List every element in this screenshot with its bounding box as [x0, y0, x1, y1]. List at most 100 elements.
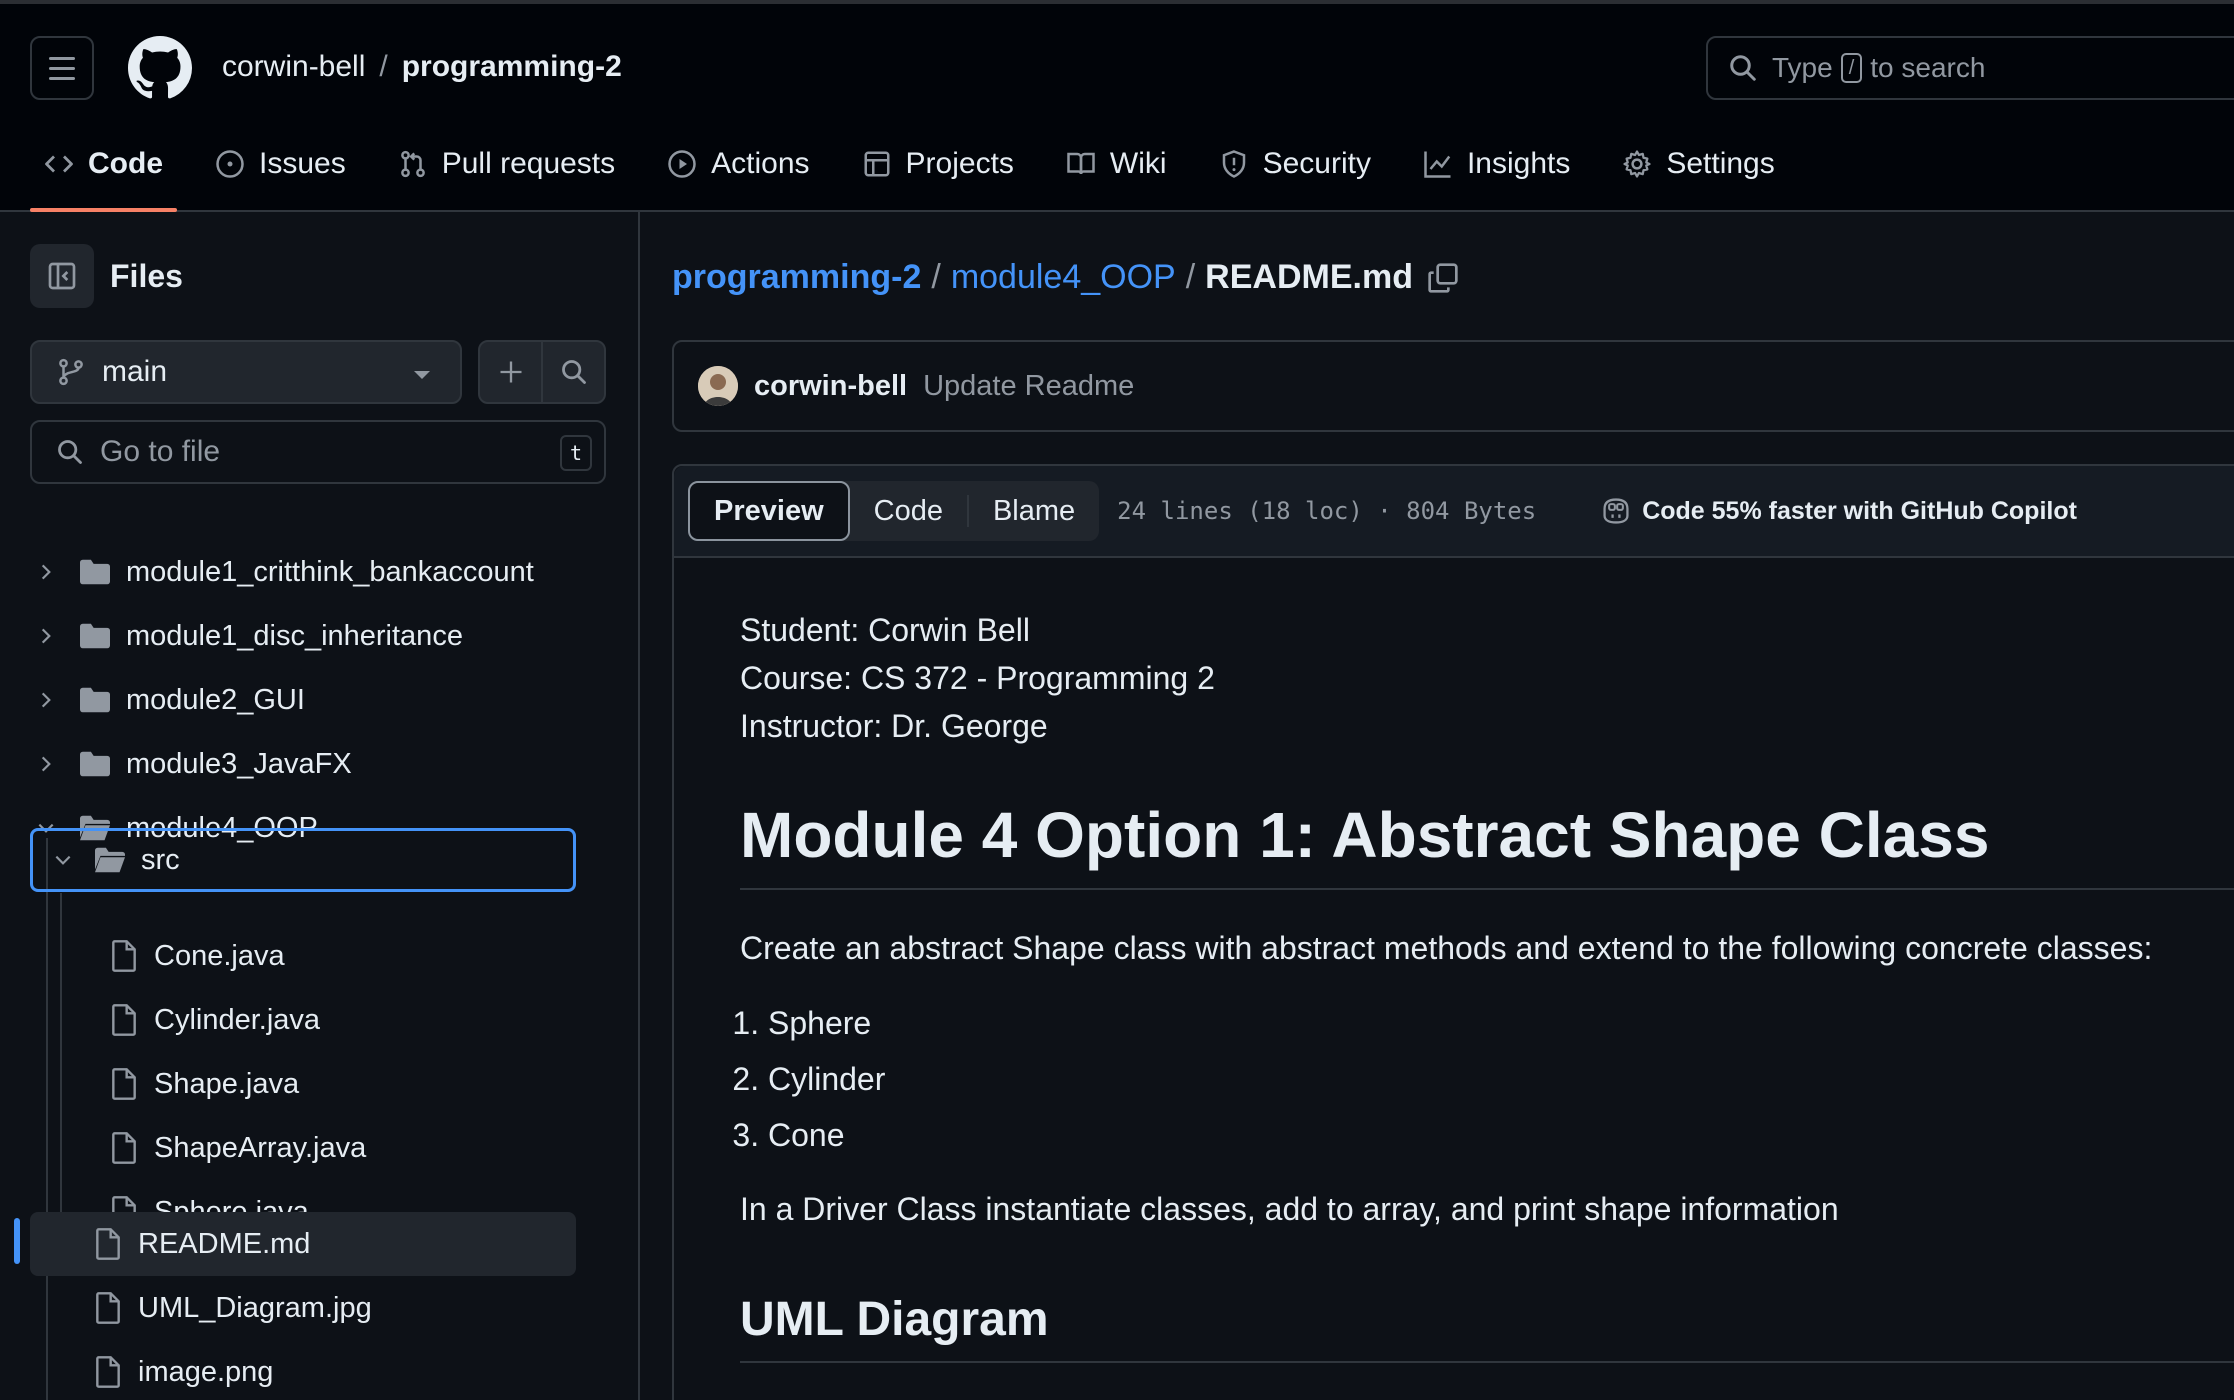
file-actions-group	[478, 340, 606, 404]
breadcrumb-separator: /	[931, 258, 941, 296]
folder-open-icon	[95, 847, 125, 873]
tree-file-row[interactable]: image.png	[94, 1340, 273, 1400]
list-item: Cone	[768, 1107, 2234, 1163]
file-icon	[112, 1004, 136, 1036]
go-to-file-shortcut: t	[560, 435, 592, 471]
search-suffix: to search	[1870, 52, 1986, 83]
file-icon	[96, 1292, 120, 1324]
tree-file-row[interactable]: ShapeArray.java	[110, 1116, 366, 1180]
latest-commit-box: corwin-bell Update Readme	[672, 340, 2234, 432]
repo-link[interactable]: programming-2	[402, 50, 622, 83]
tree-file-row-current[interactable]: README.md	[30, 1212, 576, 1276]
readme-course: Course: CS 372 - Programming 2	[740, 660, 1215, 696]
repo-path: corwin-bell / programming-2	[222, 50, 622, 84]
view-mode-toggle: Preview Code Blame	[688, 481, 1100, 541]
shield-icon	[1222, 150, 1245, 178]
code-icon	[45, 155, 73, 173]
chevron-right-icon	[41, 564, 51, 580]
go-to-file-placeholder: Go to file	[100, 435, 221, 468]
collapse-sidebar-button[interactable]	[30, 244, 94, 308]
file-icon	[96, 1228, 120, 1260]
file-icon	[112, 1132, 136, 1164]
tab-security[interactable]: Security	[1219, 136, 1371, 192]
tree-file-row[interactable]: Shape.java	[110, 1052, 299, 1116]
tab-label: Insights	[1466, 147, 1571, 180]
tab-settings[interactable]: Settings	[1622, 136, 1775, 192]
tree-folder-row[interactable]: module1_disc_inheritance	[30, 604, 463, 668]
commit-author[interactable]: corwin-bell	[754, 370, 907, 403]
breadcrumb-folder-link[interactable]: module4_OOP	[951, 258, 1176, 297]
tab-wiki[interactable]: Wiki	[1066, 136, 1167, 192]
go-to-file-input[interactable]: Go to file t	[30, 420, 606, 484]
plus-icon	[500, 361, 521, 383]
chevron-down-icon	[414, 371, 430, 379]
tab-code[interactable]: Code	[30, 136, 177, 212]
tab-label: Security	[1262, 147, 1371, 180]
tree-file-row[interactable]: UML_Diagram.jpg	[94, 1276, 372, 1340]
tree-item-label: module1_critthink_bankaccount	[126, 555, 534, 588]
copilot-promo-text: Code 55% faster with GitHub Copilot	[1642, 496, 2077, 525]
tree-folder-row-src[interactable]: src	[30, 828, 576, 892]
file-tree-sidebar: Files main Go to file t module1_critthin…	[0, 212, 640, 1400]
copilot-promo-link[interactable]: Code 55% faster with GitHub Copilot	[1600, 497, 2077, 526]
tree-item-label: Cone.java	[154, 939, 285, 972]
tree-folder-row[interactable]: module2_GUI	[30, 668, 305, 732]
owner-link[interactable]: corwin-bell	[222, 50, 365, 83]
add-file-button[interactable]	[480, 342, 543, 402]
tree-folder-row[interactable]: module1_critthink_bankaccount	[30, 540, 534, 604]
tree-folder-row[interactable]: module3_JavaFX	[30, 732, 352, 796]
files-heading: Files	[110, 258, 183, 294]
current-file-marker	[14, 1218, 20, 1264]
file-icon	[112, 940, 136, 972]
copy-icon[interactable]	[1427, 262, 1459, 294]
readme-content: Student: Corwin Bell Course: CS 372 - Pr…	[740, 606, 2234, 1363]
tree-item-label: UML_Diagram.jpg	[138, 1291, 372, 1324]
menu-button[interactable]	[30, 36, 94, 100]
search-code-button[interactable]	[543, 342, 604, 402]
avatar[interactable]	[698, 366, 738, 406]
tree-guide-line	[60, 893, 62, 1213]
tab-projects[interactable]: Projects	[862, 136, 1014, 192]
folder-icon	[80, 687, 110, 713]
readme-class-list: Sphere Cylinder Cone	[740, 995, 2234, 1163]
pull-request-icon	[400, 150, 425, 178]
global-search-input[interactable]: Type / to search	[1706, 36, 2234, 100]
file-header: Preview Code Blame 24 lines (18 loc) · 8…	[674, 466, 2234, 558]
graph-icon	[1424, 151, 1451, 178]
github-logo-icon[interactable]	[128, 36, 192, 100]
code-view-tab[interactable]: Code	[850, 481, 967, 541]
tab-pull-requests[interactable]: Pull requests	[398, 136, 615, 192]
breadcrumb-repo-link[interactable]: programming-2	[672, 258, 921, 297]
tree-item-label: image.png	[138, 1355, 274, 1388]
tab-actions[interactable]: Actions	[667, 136, 810, 192]
tree-item-label: module2_GUI	[126, 683, 305, 716]
tree-item-label: module1_disc_inheritance	[126, 619, 463, 652]
blame-tab[interactable]: Blame	[969, 481, 1099, 541]
readme-subheading: UML Diagram	[740, 1292, 2234, 1363]
file-viewer: Preview Code Blame 24 lines (18 loc) · 8…	[672, 464, 2234, 1400]
folder-icon	[80, 751, 110, 777]
branch-selector[interactable]: main	[30, 340, 462, 404]
tree-file-row[interactable]: Cone.java	[110, 924, 285, 988]
tab-issues[interactable]: Issues	[215, 136, 346, 192]
tab-label: Settings	[1666, 147, 1775, 180]
gear-icon	[1623, 150, 1651, 178]
readme-driver-text: In a Driver Class instantiate classes, a…	[740, 1191, 1839, 1227]
commit-message[interactable]: Update Readme	[923, 370, 1134, 403]
breadcrumb-separator: /	[1185, 258, 1196, 296]
readme-description: Create an abstract Shape class with abst…	[740, 930, 2153, 966]
tab-insights[interactable]: Insights	[1423, 136, 1570, 192]
chevron-right-icon	[41, 628, 51, 644]
list-item: Cylinder	[768, 1051, 2234, 1107]
menu-icon-bar	[49, 66, 75, 70]
tree-file-row[interactable]: Cylinder.java	[110, 988, 320, 1052]
search-icon	[58, 440, 82, 464]
file-stats: 24 lines (18 loc) · 804 Bytes	[1117, 497, 1537, 525]
breadcrumb-file-name: README.md	[1205, 258, 1413, 296]
preview-tab[interactable]: Preview	[688, 481, 850, 541]
menu-icon-bar	[49, 76, 75, 80]
tab-label: Projects	[905, 147, 1014, 180]
copilot-icon	[1603, 498, 1629, 524]
readme-instructor: Instructor: Dr. George	[740, 708, 1048, 744]
tab-label: Wiki	[1109, 147, 1167, 180]
